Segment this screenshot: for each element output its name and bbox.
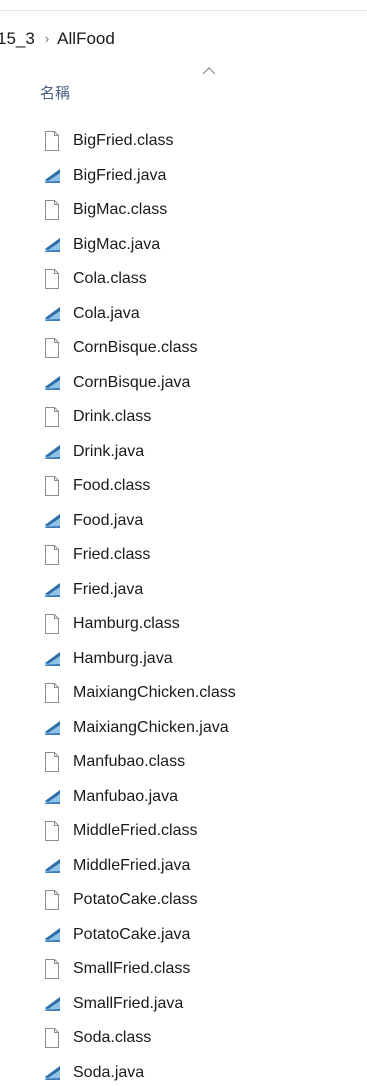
blank-document-icon xyxy=(41,958,63,980)
file-row[interactable]: Cola.class xyxy=(0,262,367,297)
java-source-file-icon xyxy=(41,1062,63,1084)
file-name: Soda.class xyxy=(73,1029,152,1047)
file-explorer-view: 15_3 › AllFood 名稱 BigFried.class BigFrie… xyxy=(0,0,367,1086)
file-row[interactable]: CornBisque.java xyxy=(0,366,367,401)
column-header-name[interactable]: 名稱 xyxy=(40,80,70,108)
blank-document-icon xyxy=(41,682,63,704)
file-row[interactable]: MiddleFried.class xyxy=(0,814,367,849)
file-name: BigFried.class xyxy=(73,132,174,150)
java-source-file-icon xyxy=(41,441,63,463)
blank-document-icon xyxy=(41,475,63,497)
breadcrumb-separator-icon[interactable]: › xyxy=(45,31,49,46)
file-row[interactable]: SmallFried.class xyxy=(0,952,367,987)
blank-document-icon xyxy=(41,613,63,635)
file-row[interactable]: CornBisque.class xyxy=(0,331,367,366)
file-name: Drink.class xyxy=(73,408,152,426)
file-name: MaixiangChicken.class xyxy=(73,684,236,702)
blank-document-icon xyxy=(41,130,63,152)
file-row[interactable]: PotatoCake.java xyxy=(0,918,367,953)
file-name: SmallFried.java xyxy=(73,994,184,1012)
blank-document-icon xyxy=(41,1027,63,1049)
file-row[interactable]: BigMac.java xyxy=(0,228,367,263)
file-row[interactable]: Manfubao.java xyxy=(0,780,367,815)
file-name: BigFried.java xyxy=(73,166,167,184)
file-name: Drink.java xyxy=(73,442,145,460)
file-row[interactable]: Manfubao.class xyxy=(0,745,367,780)
file-name: BigMac.class xyxy=(73,201,168,219)
file-name: Manfubao.java xyxy=(73,787,178,805)
java-source-file-icon xyxy=(41,303,63,325)
file-row[interactable]: BigMac.class xyxy=(0,193,367,228)
file-name: Fried.class xyxy=(73,546,151,564)
java-source-file-icon xyxy=(41,717,63,739)
file-name: BigMac.java xyxy=(73,235,161,253)
file-row[interactable]: Hamburg.java xyxy=(0,642,367,677)
file-row[interactable]: Cola.java xyxy=(0,297,367,332)
breadcrumb-current-folder[interactable]: AllFood xyxy=(57,29,115,49)
file-row[interactable]: BigFried.class xyxy=(0,124,367,159)
blank-document-icon xyxy=(41,199,63,221)
file-row[interactable]: Fried.class xyxy=(0,538,367,573)
file-name: SmallFried.class xyxy=(73,960,191,978)
file-row[interactable]: PotatoCake.class xyxy=(0,883,367,918)
file-name: MiddleFried.class xyxy=(73,822,198,840)
file-row[interactable]: Hamburg.class xyxy=(0,607,367,642)
file-name: Cola.class xyxy=(73,270,147,288)
java-source-file-icon xyxy=(41,786,63,808)
file-name: Cola.java xyxy=(73,304,140,322)
java-source-file-icon xyxy=(41,993,63,1015)
top-divider xyxy=(0,10,367,11)
file-row[interactable]: BigFried.java xyxy=(0,159,367,194)
blank-document-icon xyxy=(41,889,63,911)
chevron-up-icon xyxy=(202,67,216,75)
java-source-file-icon xyxy=(41,648,63,670)
file-name: Food.java xyxy=(73,511,144,529)
file-name: MaixiangChicken.java xyxy=(73,718,229,736)
java-source-file-icon xyxy=(41,234,63,256)
blank-document-icon xyxy=(41,337,63,359)
file-row[interactable]: SmallFried.java xyxy=(0,987,367,1022)
java-source-file-icon xyxy=(41,165,63,187)
file-name: Food.class xyxy=(73,477,151,495)
file-row[interactable]: MaixiangChicken.class xyxy=(0,676,367,711)
file-name: Manfubao.class xyxy=(73,753,186,771)
file-row[interactable]: Soda.java xyxy=(0,1056,367,1086)
file-row[interactable]: Food.class xyxy=(0,469,367,504)
file-row[interactable]: Drink.class xyxy=(0,400,367,435)
java-source-file-icon xyxy=(41,579,63,601)
file-list: BigFried.class BigFried.java BigMac.clas… xyxy=(0,124,367,1086)
blank-document-icon xyxy=(41,268,63,290)
file-name: Soda.java xyxy=(73,1063,145,1081)
file-name: CornBisque.java xyxy=(73,373,191,391)
file-name: Hamburg.java xyxy=(73,649,173,667)
blank-document-icon xyxy=(41,544,63,566)
file-row[interactable]: MaixiangChicken.java xyxy=(0,711,367,746)
file-name: MiddleFried.java xyxy=(73,856,191,874)
blank-document-icon xyxy=(41,406,63,428)
breadcrumb: 15_3 › AllFood xyxy=(0,22,367,56)
java-source-file-icon xyxy=(41,855,63,877)
file-name: PotatoCake.java xyxy=(73,925,191,943)
file-name: Hamburg.class xyxy=(73,615,180,633)
file-name: PotatoCake.class xyxy=(73,891,198,909)
blank-document-icon xyxy=(41,820,63,842)
file-row[interactable]: MiddleFried.java xyxy=(0,849,367,884)
java-source-file-icon xyxy=(41,924,63,946)
file-row[interactable]: Food.java xyxy=(0,504,367,539)
java-source-file-icon xyxy=(41,372,63,394)
file-row[interactable]: Drink.java xyxy=(0,435,367,470)
java-source-file-icon xyxy=(41,510,63,532)
blank-document-icon xyxy=(41,751,63,773)
file-name: Fried.java xyxy=(73,580,144,598)
breadcrumb-parent-folder[interactable]: 15_3 xyxy=(0,29,35,49)
file-row[interactable]: Fried.java xyxy=(0,573,367,608)
file-name: CornBisque.class xyxy=(73,339,198,357)
file-row[interactable]: Soda.class xyxy=(0,1021,367,1056)
